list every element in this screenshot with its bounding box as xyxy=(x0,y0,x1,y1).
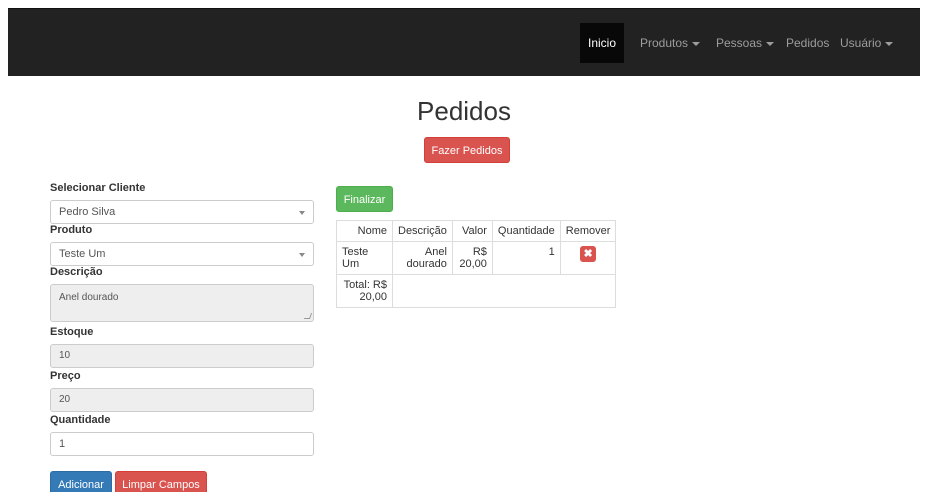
nav-inicio[interactable]: Inicio xyxy=(580,23,625,63)
header-remover: Remover xyxy=(559,220,617,242)
preco-label: Preço xyxy=(50,370,81,382)
descricao-value: Anel dourado xyxy=(59,292,119,303)
nav-pedidos-label: Pedidos xyxy=(786,36,830,50)
header-descricao: Descrição xyxy=(392,220,453,242)
adicionar-button[interactable]: Adicionar xyxy=(50,471,112,492)
produto-label: Produto xyxy=(50,224,93,236)
estoque-field: 10 xyxy=(50,344,314,368)
nav-pessoas[interactable]: Pessoas xyxy=(708,23,782,63)
produto-select-value: Teste Um xyxy=(59,248,106,260)
quantidade-input[interactable]: 1 xyxy=(50,432,314,456)
row-nome: Teste Um xyxy=(336,241,393,275)
header-valor: Valor xyxy=(451,220,493,242)
header-quantidade: Quantidade xyxy=(491,220,561,242)
table-header-row: Nome Descrição Valor Quantidade Remover xyxy=(336,220,617,242)
row-descricao-line2: dourado xyxy=(406,258,447,270)
chevron-down-icon xyxy=(299,253,305,257)
navbar: Inicio Produtos Pessoas Pedidos Usuário xyxy=(8,8,920,76)
quantidade-label: Quantidade xyxy=(50,414,111,426)
total-cell: Total: R$ 20,00 xyxy=(336,274,393,308)
preco-field: 20 xyxy=(50,388,314,412)
row-descricao-line1: Anel xyxy=(424,246,447,258)
estoque-label: Estoque xyxy=(50,326,94,338)
descricao-textarea[interactable]: Anel dourado xyxy=(50,284,314,322)
nav-pessoas-label: Pessoas xyxy=(716,36,763,50)
row-valor: R$ 20,00 xyxy=(451,241,493,275)
cliente-select-value: Pedro Silva xyxy=(59,206,116,218)
row-quantidade: 1 xyxy=(491,241,561,275)
chevron-down-icon xyxy=(692,41,701,46)
cliente-label: Selecionar Cliente xyxy=(50,182,146,194)
remove-x-icon[interactable]: ✖ xyxy=(580,246,597,262)
resize-grip-icon[interactable] xyxy=(303,313,313,319)
row-descricao: Anel dourado xyxy=(392,241,453,275)
nav-pedidos[interactable]: Pedidos xyxy=(778,23,837,63)
descricao-label: Descrição xyxy=(50,266,103,278)
limpar-campos-button[interactable]: Limpar Campos xyxy=(115,471,207,492)
order-table: Nome Descrição Valor Quantidade Remover … xyxy=(336,220,617,308)
nav-inicio-label: Inicio xyxy=(588,36,617,50)
row-valor-line2: 20,00 xyxy=(459,258,487,270)
total-empty-cell xyxy=(392,274,617,308)
nav-produtos[interactable]: Produtos xyxy=(632,23,708,63)
total-line1: Total: R$ xyxy=(343,279,387,291)
nav-usuario[interactable]: Usuário xyxy=(832,23,901,63)
produto-select[interactable]: Teste Um xyxy=(50,242,314,266)
page-title: Pedidos xyxy=(417,96,511,126)
chevron-down-icon xyxy=(885,41,894,46)
chevron-down-icon xyxy=(299,211,305,215)
table-row: Teste Um Anel dourado R$ 20,00 1 ✖ xyxy=(336,241,617,275)
chevron-down-icon xyxy=(766,41,775,46)
nav-usuario-label: Usuário xyxy=(840,36,882,50)
total-line2: 20,00 xyxy=(359,291,387,303)
nav-produtos-label: Produtos xyxy=(640,36,689,50)
finalizar-button[interactable]: Finalizar xyxy=(336,186,393,212)
header-nome: Nome xyxy=(336,220,393,242)
row-remover-cell: ✖ xyxy=(559,241,617,275)
row-valor-line1: R$ xyxy=(472,246,487,258)
fazer-pedidos-button[interactable]: Fazer Pedidos xyxy=(424,137,510,163)
cliente-select[interactable]: Pedro Silva xyxy=(50,200,314,224)
table-total-row: Total: R$ 20,00 xyxy=(336,274,617,308)
